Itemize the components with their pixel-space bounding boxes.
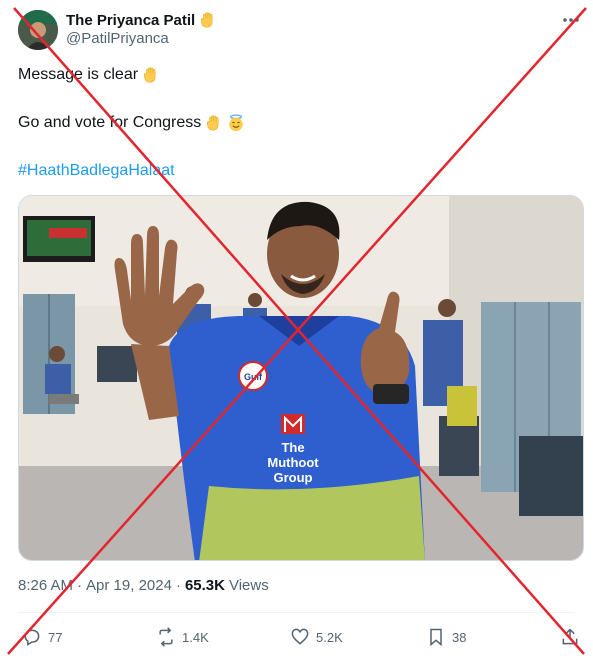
more-icon[interactable] [561, 12, 581, 28]
smiling-halo-emoji-icon [229, 114, 243, 132]
raised-hand-emoji-icon [201, 12, 213, 28]
avatar[interactable] [18, 10, 58, 50]
repost-button[interactable]: 1.4K [156, 626, 209, 648]
tweet-line1: Message is clear [18, 66, 139, 83]
meta-separator: · [77, 577, 83, 594]
like-button[interactable]: 5.2K [290, 626, 343, 648]
avatar-image [18, 10, 58, 50]
tweet-time[interactable]: 8:26 AM [18, 577, 73, 594]
author-display-name[interactable]: The Priyanca Patil [66, 12, 195, 29]
views-count: 65.3K [184, 577, 225, 594]
raised-hand-emoji-icon [143, 67, 156, 83]
bookmark-count: 38 [452, 629, 467, 645]
jersey-text-line-3: Group [274, 470, 313, 485]
bookmark-button[interactable]: 38 [426, 626, 466, 648]
photo-illustration: Gulf The Muthoot Group [19, 196, 583, 560]
views-label: Views [228, 577, 269, 594]
tweet-line2: Go and vote for Congress [18, 114, 202, 131]
share-button[interactable] [560, 626, 580, 648]
bookmark-icon [430, 628, 442, 647]
tweet-meta: 8:26 AM · Apr 19, 2024 · 65.3K Views [18, 577, 269, 594]
author-name-row[interactable]: The Priyanca Patil [66, 10, 217, 30]
reply-icon [24, 629, 40, 646]
author-handle[interactable]: @PatilPriyanca [66, 30, 169, 47]
reply-button[interactable]: 77 [22, 626, 62, 648]
reply-count: 77 [48, 629, 63, 645]
repost-icon [159, 627, 173, 647]
share-icon [562, 628, 578, 645]
tweet-date[interactable]: Apr 19, 2024 [86, 577, 172, 594]
tweet-text-line-1: Message is clear [18, 65, 160, 85]
hashtag-link[interactable]: #HaathBadlegaHalaat [18, 161, 175, 181]
like-icon [291, 628, 309, 645]
jersey-badge-text: Gulf [244, 372, 263, 382]
like-count: 5.2K [316, 629, 343, 645]
repost-count: 1.4K [182, 629, 209, 645]
jersey-text-line-1: The [281, 440, 304, 455]
raised-hand-emoji-icon [207, 115, 219, 131]
meta-separator: · [175, 577, 181, 594]
divider [18, 612, 575, 613]
tweet-text-line-3: #HaathBadlegaHalaat [18, 161, 175, 181]
jersey-text-line-2: Muthoot [267, 455, 319, 470]
tweet-media-photo[interactable]: Gulf The Muthoot Group [18, 195, 584, 561]
tweet-text-line-2: Go and vote for Congress [18, 113, 245, 133]
